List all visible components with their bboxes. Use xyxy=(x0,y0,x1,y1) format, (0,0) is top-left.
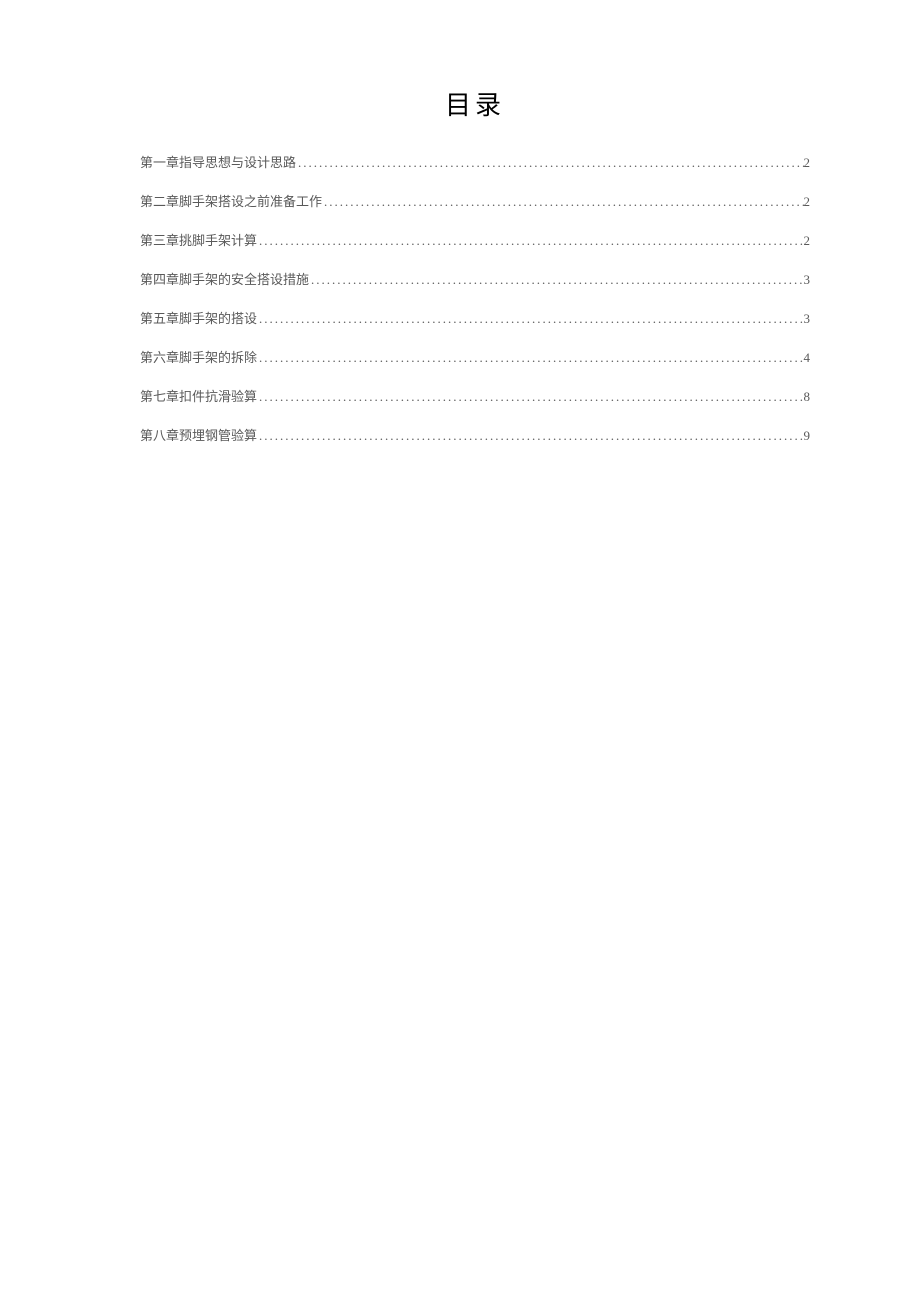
toc-page: 2 xyxy=(804,155,811,171)
toc-dots xyxy=(257,233,803,249)
toc-label: 第一章指导思想与设计思路 xyxy=(140,152,296,171)
toc-page: 8 xyxy=(804,389,811,405)
toc-dots xyxy=(257,389,803,405)
toc-entry: 第八章预埋钢管验算 9 xyxy=(140,425,810,444)
document-page: 目录 第一章指导思想与设计思路 2 第二章脚手架搭设之前准备工作 2 第三章挑脚… xyxy=(0,0,920,444)
toc-entry: 第一章指导思想与设计思路 2 xyxy=(140,152,810,171)
toc-page: 2 xyxy=(804,194,811,210)
toc-dots xyxy=(257,350,803,366)
toc-dots xyxy=(257,311,803,327)
toc-dots xyxy=(309,272,803,288)
toc-page: 3 xyxy=(804,311,811,327)
toc-list: 第一章指导思想与设计思路 2 第二章脚手架搭设之前准备工作 2 第三章挑脚手架计… xyxy=(140,152,810,444)
toc-entry: 第三章挑脚手架计算 2 xyxy=(140,230,810,249)
toc-label: 第六章脚手架的拆除 xyxy=(140,347,257,366)
toc-page: 3 xyxy=(804,272,811,288)
toc-dots xyxy=(322,194,803,210)
toc-entry: 第二章脚手架搭设之前准备工作 2 xyxy=(140,191,810,210)
toc-label: 第三章挑脚手架计算 xyxy=(140,230,257,249)
toc-page: 9 xyxy=(804,428,811,444)
toc-label: 第五章脚手架的搭设 xyxy=(140,308,257,327)
toc-dots xyxy=(257,428,803,444)
toc-page: 2 xyxy=(804,233,811,249)
toc-dots xyxy=(296,155,803,171)
toc-entry: 第五章脚手架的搭设 3 xyxy=(140,308,810,327)
toc-entry: 第六章脚手架的拆除 4 xyxy=(140,347,810,366)
toc-page: 4 xyxy=(804,350,811,366)
toc-title: 目录 xyxy=(140,85,810,122)
toc-label: 第八章预埋钢管验算 xyxy=(140,425,257,444)
toc-entry: 第七章扣件抗滑验算 8 xyxy=(140,386,810,405)
toc-label: 第二章脚手架搭设之前准备工作 xyxy=(140,191,322,210)
toc-label: 第四章脚手架的安全搭设措施 xyxy=(140,269,309,288)
toc-label: 第七章扣件抗滑验算 xyxy=(140,386,257,405)
toc-entry: 第四章脚手架的安全搭设措施 3 xyxy=(140,269,810,288)
